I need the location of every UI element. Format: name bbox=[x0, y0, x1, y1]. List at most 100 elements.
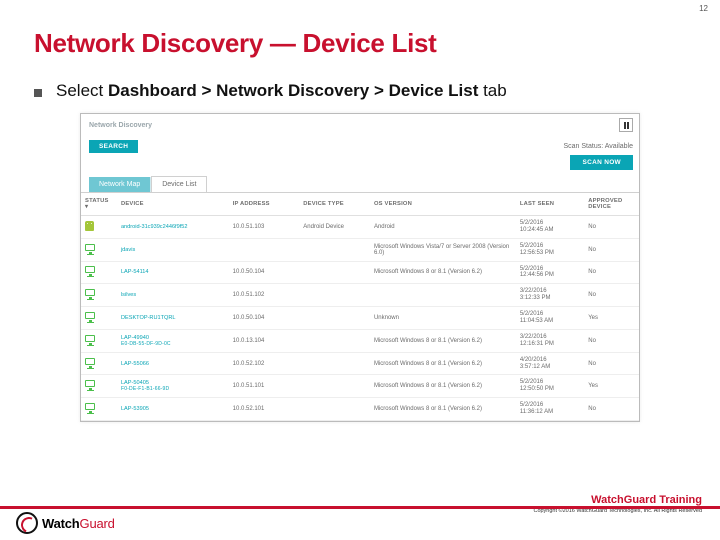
table-row: LAP-53905 10.0.52.101 Microsoft Windows 8 … bbox=[81, 398, 639, 421]
seen-cell: 5/2/201611:04:53 AM bbox=[516, 307, 584, 330]
type-cell bbox=[299, 398, 370, 421]
approved-cell: No bbox=[584, 216, 639, 239]
breadcrumb: Network Discovery bbox=[89, 122, 152, 129]
os-cell: Android bbox=[370, 216, 516, 239]
tab-device-list[interactable]: Device List bbox=[151, 176, 207, 192]
device-link[interactable]: jdavis bbox=[121, 247, 225, 253]
type-cell bbox=[299, 284, 370, 307]
bullet-suffix: tab bbox=[478, 81, 506, 100]
monitor-icon bbox=[85, 403, 95, 413]
seen-cell: 5/2/201612:56:53 PM bbox=[516, 238, 584, 261]
page-number: 12 bbox=[699, 4, 708, 13]
search-button[interactable]: SEARCH bbox=[89, 140, 138, 153]
table-row: LAP-50405F0-DE-F1-B1-66-9D10.0.51.101Mic… bbox=[81, 375, 639, 398]
seen-cell: 3/22/20163:12:33 PM bbox=[516, 284, 584, 307]
mac-address: F0-DE-F1-B1-66-9D bbox=[121, 386, 169, 392]
ip-cell: 10.0.52.101 bbox=[229, 398, 300, 421]
os-cell: Microsoft Windows Vista/7 or Server 2008… bbox=[370, 238, 516, 261]
device-link[interactable]: LAP-55066 bbox=[121, 361, 225, 367]
ip-cell: 10.0.13.104 bbox=[229, 329, 300, 352]
seen-cell: 5/2/201611:36:12 AM bbox=[516, 398, 584, 421]
os-cell: Microsoft Windows 8 or 8.1 (Version 6.2) bbox=[370, 375, 516, 398]
seen-cell: 5/2/201612:50:50 PM bbox=[516, 375, 584, 398]
ip-cell: 10.0.51.102 bbox=[229, 284, 300, 307]
table-row: LAP-5411410.0.50.104Microsoft Windows 8 … bbox=[81, 261, 639, 284]
bullet-text: Select Dashboard > Network Discovery > D… bbox=[56, 81, 507, 101]
seen-cell: 3/22/201612:16:31 PM bbox=[516, 329, 584, 352]
device-link[interactable]: android-31c939c2446f9f52 bbox=[121, 224, 225, 230]
ip-cell: 10.0.50.104 bbox=[229, 307, 300, 330]
os-cell: Unknown bbox=[370, 307, 516, 330]
monitor-icon bbox=[85, 380, 95, 390]
screenshot-panel: Network Discovery SEARCH Scan Status: Av… bbox=[80, 113, 640, 422]
panel-header: Network Discovery bbox=[81, 114, 639, 140]
device-link[interactable]: LAP-54114 bbox=[121, 269, 225, 275]
os-cell: Microsoft Windows 8 or 8.1 (Version 6.2) bbox=[370, 352, 516, 375]
table-row: jdavis Microsoft Windows Vista/7 or Serve… bbox=[81, 238, 639, 261]
training-label: WatchGuard Training bbox=[533, 494, 702, 506]
ip-cell: 10.0.51.101 bbox=[229, 375, 300, 398]
monitor-icon bbox=[85, 244, 95, 254]
seen-cell: 5/2/201610:24:45 AM bbox=[516, 216, 584, 239]
col-approved[interactable]: APPROVED DEVICE bbox=[584, 193, 639, 216]
watchguard-logo: WatchGuard bbox=[16, 512, 115, 534]
approved-cell: No bbox=[584, 261, 639, 284]
seen-cell: 4/20/20163:57:12 AM bbox=[516, 352, 584, 375]
tab-bar: Network Map Device List bbox=[81, 176, 639, 193]
col-device[interactable]: DEVICE bbox=[117, 193, 229, 216]
table-row: lsilves 10.0.51.102 3/22/20163:12:33 PMNo bbox=[81, 284, 639, 307]
device-link[interactable]: DESKTOP-RU1TQRL bbox=[121, 315, 225, 321]
device-table: STATUS ▾ DEVICE IP ADDRESS DEVICE TYPE O… bbox=[81, 193, 639, 421]
ip-cell bbox=[229, 238, 300, 261]
tab-network-map[interactable]: Network Map bbox=[89, 177, 151, 192]
logo-icon bbox=[16, 512, 38, 534]
type-cell bbox=[299, 261, 370, 284]
android-icon bbox=[85, 221, 94, 231]
type-cell: Android Device bbox=[299, 216, 370, 239]
device-link[interactable]: lsilves bbox=[121, 292, 225, 298]
slide-title: Network Discovery — Device List bbox=[0, 0, 720, 59]
table-row: LAP-49940E0-DB-55-DF-9D-0C10.0.13.104Mic… bbox=[81, 329, 639, 352]
table-row: android-31c939c2446f9f5210.0.51.103Andro… bbox=[81, 216, 639, 239]
monitor-icon bbox=[85, 289, 95, 299]
bullet-path: Dashboard > Network Discovery > Device L… bbox=[108, 81, 478, 100]
type-cell bbox=[299, 307, 370, 330]
os-cell: Microsoft Windows 8 or 8.1 (Version 6.2) bbox=[370, 261, 516, 284]
type-cell bbox=[299, 375, 370, 398]
monitor-icon bbox=[85, 266, 95, 276]
table-row: LAP-5506610.0.52.102Microsoft Windows 8 … bbox=[81, 352, 639, 375]
footer-bar: WatchGuard bbox=[0, 506, 720, 540]
scan-status: Scan Status: Available bbox=[563, 143, 633, 150]
approved-cell: Yes bbox=[584, 375, 639, 398]
approved-cell: No bbox=[584, 398, 639, 421]
col-seen[interactable]: LAST SEEN bbox=[516, 193, 584, 216]
scan-now-button[interactable]: SCAN NOW bbox=[570, 155, 633, 170]
table-row: DESKTOP-RU1TQRL 10.0.50.104 Unknown5/2/201… bbox=[81, 307, 639, 330]
monitor-icon bbox=[85, 335, 95, 345]
seen-cell: 5/2/201612:44:56 PM bbox=[516, 261, 584, 284]
bullet-item: Select Dashboard > Network Discovery > D… bbox=[0, 59, 720, 101]
approved-cell: No bbox=[584, 352, 639, 375]
pause-button[interactable] bbox=[619, 118, 633, 132]
col-type[interactable]: DEVICE TYPE bbox=[299, 193, 370, 216]
approved-cell: No bbox=[584, 329, 639, 352]
col-os[interactable]: OS VERSION bbox=[370, 193, 516, 216]
os-cell: Microsoft Windows 8 or 8.1 (Version 6.2) bbox=[370, 398, 516, 421]
type-cell bbox=[299, 238, 370, 261]
approved-cell: Yes bbox=[584, 307, 639, 330]
col-ip[interactable]: IP ADDRESS bbox=[229, 193, 300, 216]
type-cell bbox=[299, 352, 370, 375]
approved-cell: No bbox=[584, 284, 639, 307]
device-link[interactable]: LAP-53905 bbox=[121, 406, 225, 412]
sort-icon: ▾ bbox=[85, 204, 88, 210]
bullet-prefix: Select bbox=[56, 81, 108, 100]
monitor-icon bbox=[85, 312, 95, 322]
os-cell bbox=[370, 284, 516, 307]
approved-cell: No bbox=[584, 238, 639, 261]
bullet-icon bbox=[34, 89, 42, 97]
col-status[interactable]: STATUS ▾ bbox=[81, 193, 117, 216]
monitor-icon bbox=[85, 358, 95, 368]
logo-text: WatchGuard bbox=[42, 516, 115, 531]
mac-address: E0-DB-55-DF-9D-0C bbox=[121, 341, 171, 347]
os-cell: Microsoft Windows 8 or 8.1 (Version 6.2) bbox=[370, 329, 516, 352]
